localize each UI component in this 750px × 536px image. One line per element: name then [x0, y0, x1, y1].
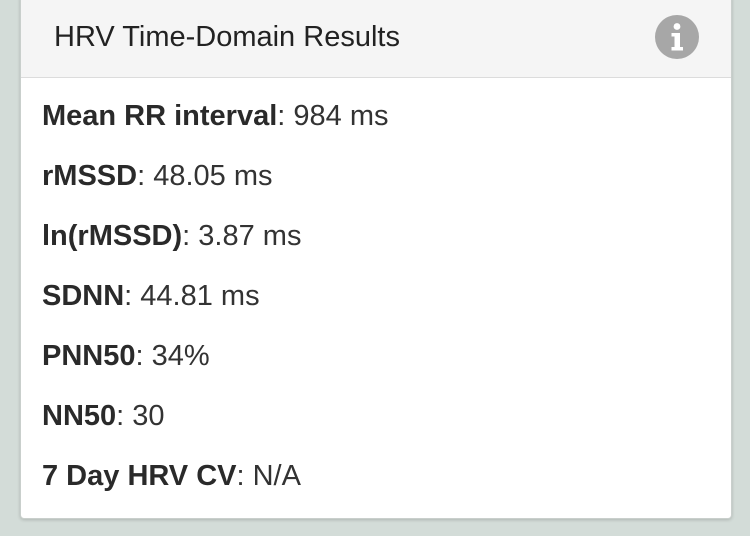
hrv-results-card: HRV Time-Domain Results Mean RR interval…	[20, 0, 732, 519]
card-title: HRV Time-Domain Results	[54, 21, 400, 53]
metric-pnn50: PNN50: 34%	[42, 331, 721, 391]
metric-value: : 34%	[135, 340, 210, 372]
metric-value: : 48.05 ms	[137, 160, 273, 192]
metric-value: : 44.81 ms	[124, 280, 260, 312]
metric-label: rMSSD	[42, 160, 138, 192]
metric-mean-rr: Mean RR interval: 984 ms	[42, 91, 721, 151]
metric-ln-rmssd: ln(rMSSD): 3.87 ms	[42, 211, 721, 271]
metric-label: NN50	[42, 400, 117, 432]
metric-label: 7 Day HRV CV	[42, 460, 237, 492]
metric-value: : 984 ms	[277, 100, 389, 132]
info-glyph	[671, 23, 683, 51]
metric-value: : 30	[116, 400, 165, 432]
metric-label: Mean RR interval	[42, 100, 278, 132]
metric-sdnn: SDNN: 44.81 ms	[42, 271, 721, 331]
metric-value: : N/A	[236, 460, 301, 492]
metric-rmssd: rMSSD: 48.05 ms	[42, 151, 721, 211]
info-icon[interactable]	[655, 15, 699, 59]
card-header: HRV Time-Domain Results	[21, 0, 731, 78]
metric-nn50: NN50: 30	[42, 391, 721, 451]
metric-label: ln(rMSSD)	[42, 220, 183, 252]
metric-value: : 3.87 ms	[182, 220, 302, 252]
metric-7day-hrv-cv: 7 Day HRV CV: N/A	[42, 451, 721, 511]
metric-label: PNN50	[42, 340, 136, 372]
metric-label: SDNN	[42, 280, 125, 312]
metrics-list: Mean RR interval: 984 ms rMSSD: 48.05 ms…	[42, 91, 721, 511]
